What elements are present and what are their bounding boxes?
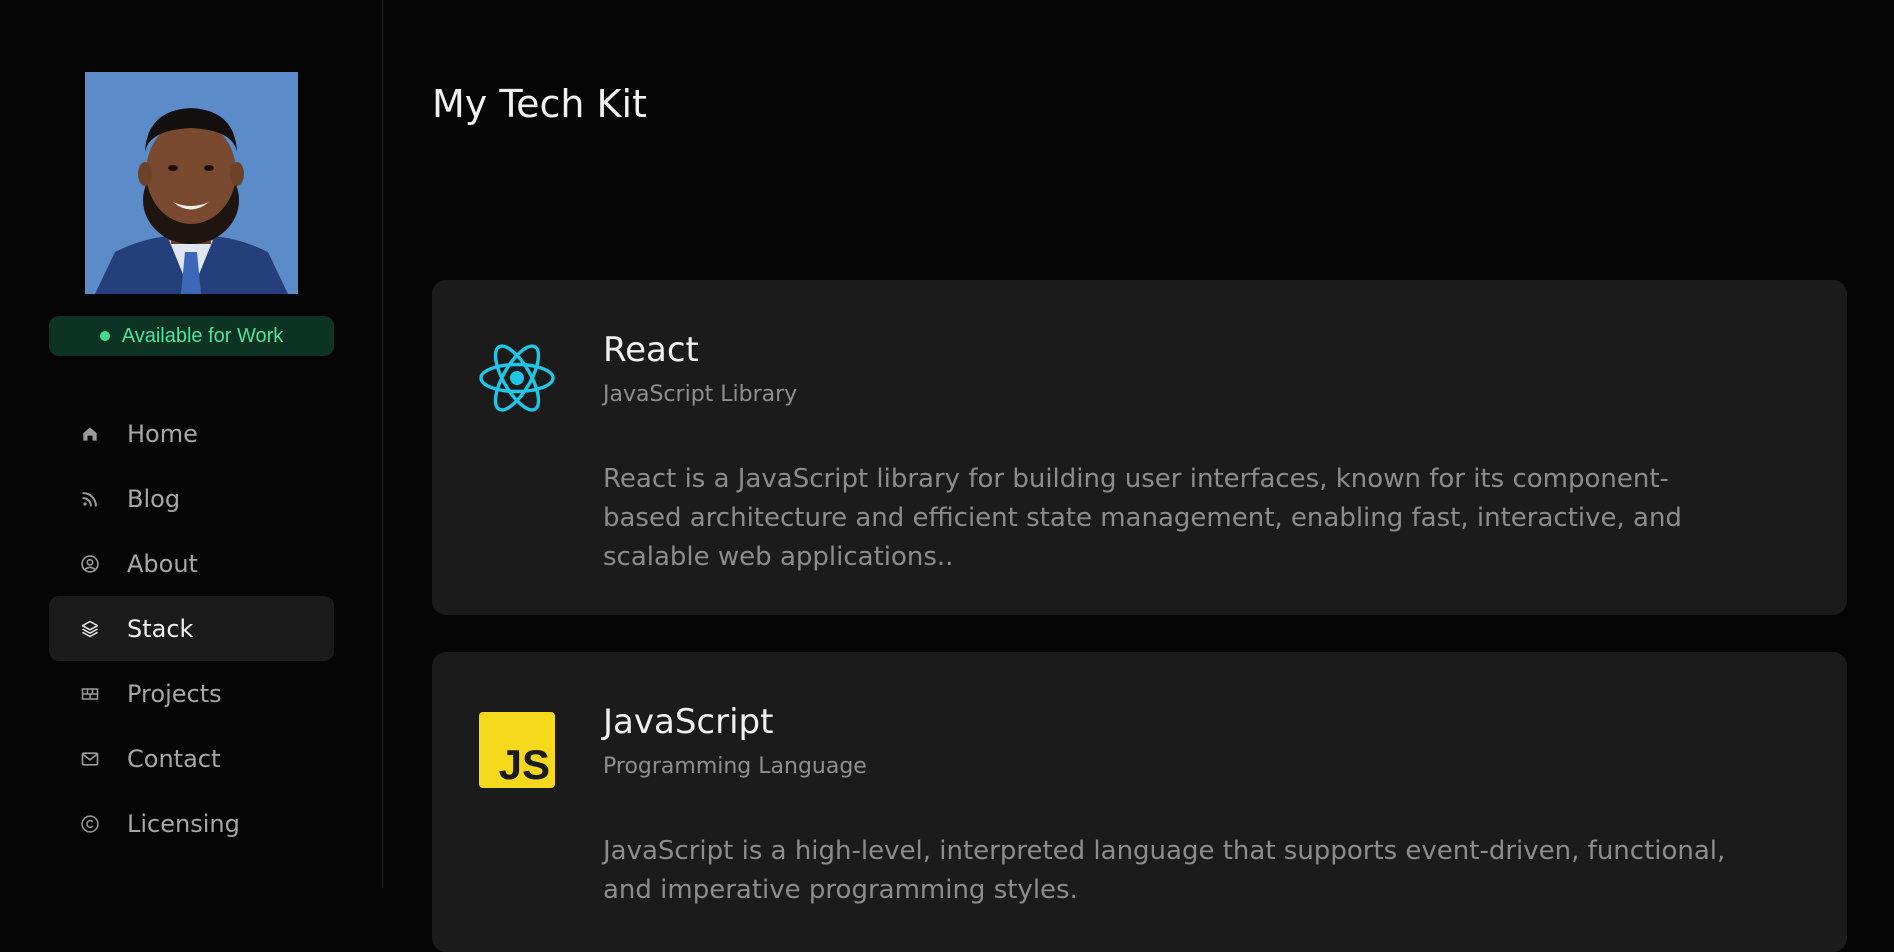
sidebar-item-home[interactable]: Home: [49, 401, 334, 466]
sidebar-item-label: Home: [127, 419, 198, 448]
stack-card-javascript: JS JavaScript Programming Language JavaS…: [432, 652, 1847, 952]
main-content: My Tech Kit React JavaScript Library Rea…: [384, 0, 1894, 952]
person-portrait-icon: [85, 72, 298, 294]
sidebar-item-contact[interactable]: Contact: [49, 726, 334, 791]
react-logo-icon: [479, 340, 555, 416]
sidebar-item-about[interactable]: About: [49, 531, 334, 596]
copyright-icon: [79, 813, 101, 835]
sidebar-item-label: Contact: [127, 744, 221, 773]
javascript-logo-text: JS: [498, 741, 550, 788]
sidebar-item-label: Stack: [127, 614, 194, 643]
layers-icon: [79, 618, 101, 640]
tech-name: React: [603, 330, 699, 370]
stack-card-react: React JavaScript Library React is a Java…: [432, 280, 1847, 615]
availability-label: Available for Work: [121, 324, 284, 347]
javascript-logo-icon: JS: [479, 712, 555, 788]
grid-icon: [79, 683, 101, 705]
tech-name: JavaScript: [603, 702, 774, 742]
tech-description: React is a JavaScript library for buildi…: [603, 464, 1682, 572]
sidebar-item-licensing[interactable]: Licensing: [49, 791, 334, 856]
availability-badge: Available for Work: [49, 316, 334, 356]
tech-description: JavaScript is a high-level, interpreted …: [603, 836, 1726, 905]
tech-type: JavaScript Library: [603, 382, 798, 407]
rss-icon: [79, 488, 101, 510]
sidebar-item-stack[interactable]: Stack: [49, 596, 334, 661]
sidebar-item-label: Blog: [127, 484, 181, 513]
status-dot-icon: [99, 331, 110, 341]
tech-type: Programming Language: [603, 754, 867, 779]
sidebar-item-blog[interactable]: Blog: [49, 466, 334, 531]
user-circle-icon: [79, 553, 101, 575]
page-title: My Tech Kit: [432, 82, 647, 126]
home-icon: [79, 423, 101, 445]
sidebar-item-label: Projects: [127, 679, 222, 708]
profile-photo: [85, 72, 298, 294]
mail-icon: [79, 748, 101, 770]
sidebar-item-projects[interactable]: Projects: [49, 661, 334, 726]
sidebar-item-label: About: [127, 549, 198, 578]
sidebar-nav: Home Blog About Stack Projects Contact L…: [49, 401, 334, 856]
sidebar-item-label: Licensing: [127, 809, 240, 838]
sidebar: Available for Work Home Blog About Stack…: [0, 0, 383, 888]
